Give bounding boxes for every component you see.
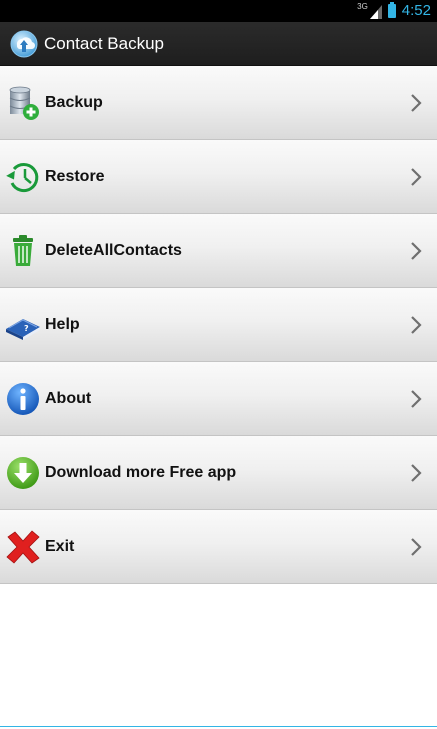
chevron-right-icon [411, 315, 422, 334]
info-icon [7, 382, 39, 415]
chevron-right-icon [411, 167, 422, 186]
status-time: 4:52 [401, 2, 431, 19]
chevron-right-icon [411, 537, 422, 556]
trash-icon [13, 234, 33, 266]
menu-item-label: Exit [45, 537, 75, 555]
menu-item-download-more-free-app[interactable]: Download more Free app [0, 436, 437, 510]
help-book-icon: ? [6, 318, 40, 340]
menu-item-label: Backup [45, 93, 103, 111]
menu-list: Backup Restore DeleteAllContacts ? Help … [0, 66, 437, 584]
download-arrow-icon [7, 456, 39, 489]
menu-item-label: Restore [45, 167, 105, 185]
menu-item-label: Help [45, 315, 80, 333]
screen: 3G 4:52 Contact Backup Backup Restore De… [0, 0, 437, 729]
menu-item-delete-all-contacts[interactable]: DeleteAllContacts [0, 214, 437, 288]
menu-item-label: DeleteAllContacts [45, 241, 182, 259]
bottom-divider [0, 726, 437, 727]
app-title: Contact Backup [44, 33, 165, 53]
chevron-right-icon [411, 241, 422, 260]
red-x-icon [6, 529, 40, 564]
chevron-right-icon [411, 93, 422, 112]
chevron-right-icon [411, 389, 422, 408]
battery-icon [387, 2, 396, 18]
menu-item-restore[interactable]: Restore [0, 140, 437, 214]
history-clock-icon [6, 162, 39, 192]
network-type-label: 3G [357, 2, 368, 11]
status-bar: 3G 4:52 [0, 0, 437, 22]
menu-item-about[interactable]: About [0, 362, 437, 436]
signal-icon: 3G [357, 3, 382, 19]
app-backup-icon[interactable] [10, 30, 38, 58]
database-add-icon [9, 86, 39, 120]
menu-item-label: Download more Free app [45, 463, 237, 481]
svg-text:?: ? [24, 324, 29, 333]
menu-item-exit[interactable]: Exit [0, 510, 437, 584]
menu-item-help[interactable]: ? Help [0, 288, 437, 362]
chevron-right-icon [411, 463, 422, 482]
action-bar: Contact Backup [0, 22, 437, 66]
menu-item-backup[interactable]: Backup [0, 66, 437, 140]
menu-item-label: About [45, 389, 92, 407]
